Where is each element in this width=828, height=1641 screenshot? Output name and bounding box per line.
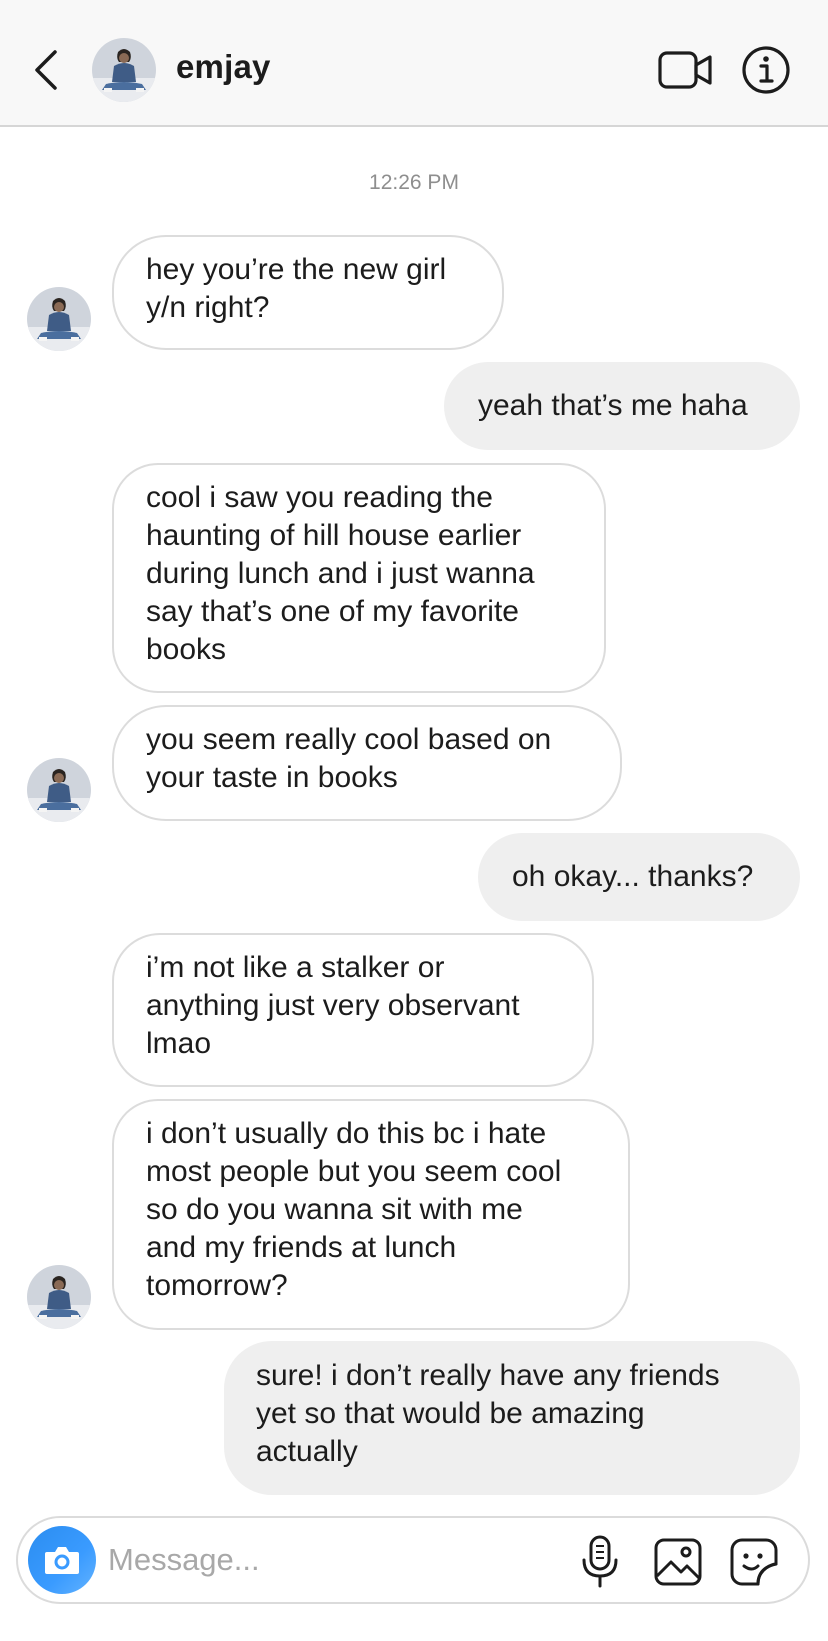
video-camera-icon — [658, 51, 712, 89]
message-line: sure! i don’t really have any friends — [256, 1359, 720, 1392]
outgoing-message[interactable]: yeah that’s me haha — [444, 362, 800, 450]
message-line: anything just very observant — [146, 989, 520, 1022]
message-input[interactable] — [108, 1536, 528, 1584]
outgoing-message[interactable]: sure! i don’t really have any friends ye… — [224, 1341, 800, 1495]
message-line: books — [146, 633, 227, 666]
contact-avatar[interactable] — [92, 38, 156, 102]
contact-name[interactable]: emjay — [176, 48, 271, 86]
image-icon — [654, 1538, 702, 1586]
incoming-message[interactable]: you seem really cool based on your taste… — [112, 705, 622, 821]
outgoing-message[interactable]: oh okay... thanks? — [478, 833, 800, 921]
message-line: hey you’re the new girl — [146, 253, 447, 286]
incoming-message[interactable]: i don’t usually do this bc i hate most p… — [112, 1099, 630, 1330]
message-line: and my friends at lunch — [146, 1231, 457, 1264]
video-call-button[interactable] — [658, 48, 714, 92]
message-timestamp: 12:26 PM — [369, 171, 459, 194]
message-line: haunting of hill house earlier — [146, 519, 522, 552]
info-button[interactable] — [740, 44, 792, 96]
message-line: your taste in books — [146, 761, 398, 794]
camera-button[interactable] — [28, 1526, 96, 1594]
message-line: lmao — [146, 1027, 212, 1060]
message-line: oh okay... thanks? — [512, 860, 754, 893]
incoming-message[interactable]: cool i saw you reading the haunting of h… — [112, 463, 606, 693]
message-line: y/n right? — [146, 291, 270, 324]
sender-avatar[interactable] — [27, 287, 91, 351]
chevron-left-icon — [35, 50, 57, 90]
message-line: tomorrow? — [146, 1269, 288, 1302]
message-line: i’m not like a stalker or — [146, 951, 445, 984]
message-line: yeah that’s me haha — [478, 389, 748, 422]
chat-header: emjay — [0, 0, 828, 127]
message-line: most people but you seem cool — [146, 1155, 562, 1188]
incoming-message[interactable]: hey you’re the new girl y/n right? — [112, 235, 504, 350]
sticker-button[interactable] — [728, 1536, 780, 1588]
message-line: you seem really cool based on — [146, 723, 552, 756]
microphone-icon — [582, 1535, 618, 1588]
message-line: cool i saw you reading the — [146, 481, 493, 514]
sticker-icon — [730, 1538, 778, 1586]
info-icon — [742, 46, 790, 94]
message-line: yet so that would be amazing — [256, 1397, 645, 1430]
message-line: so do you wanna sit with me — [146, 1193, 523, 1226]
message-line: during lunch and i just wanna — [146, 557, 535, 590]
message-composer — [16, 1516, 810, 1604]
gallery-button[interactable] — [652, 1536, 704, 1588]
sender-avatar[interactable] — [27, 758, 91, 822]
incoming-message[interactable]: i’m not like a stalker or anything just … — [112, 933, 594, 1087]
sender-avatar[interactable] — [27, 1265, 91, 1329]
message-line: say that’s one of my favorite — [146, 595, 519, 628]
message-line: actually — [256, 1435, 358, 1468]
voice-message-button[interactable] — [576, 1534, 624, 1590]
camera-icon — [45, 1547, 79, 1574]
back-button[interactable] — [26, 46, 66, 94]
message-line: i don’t usually do this bc i hate — [146, 1117, 547, 1150]
